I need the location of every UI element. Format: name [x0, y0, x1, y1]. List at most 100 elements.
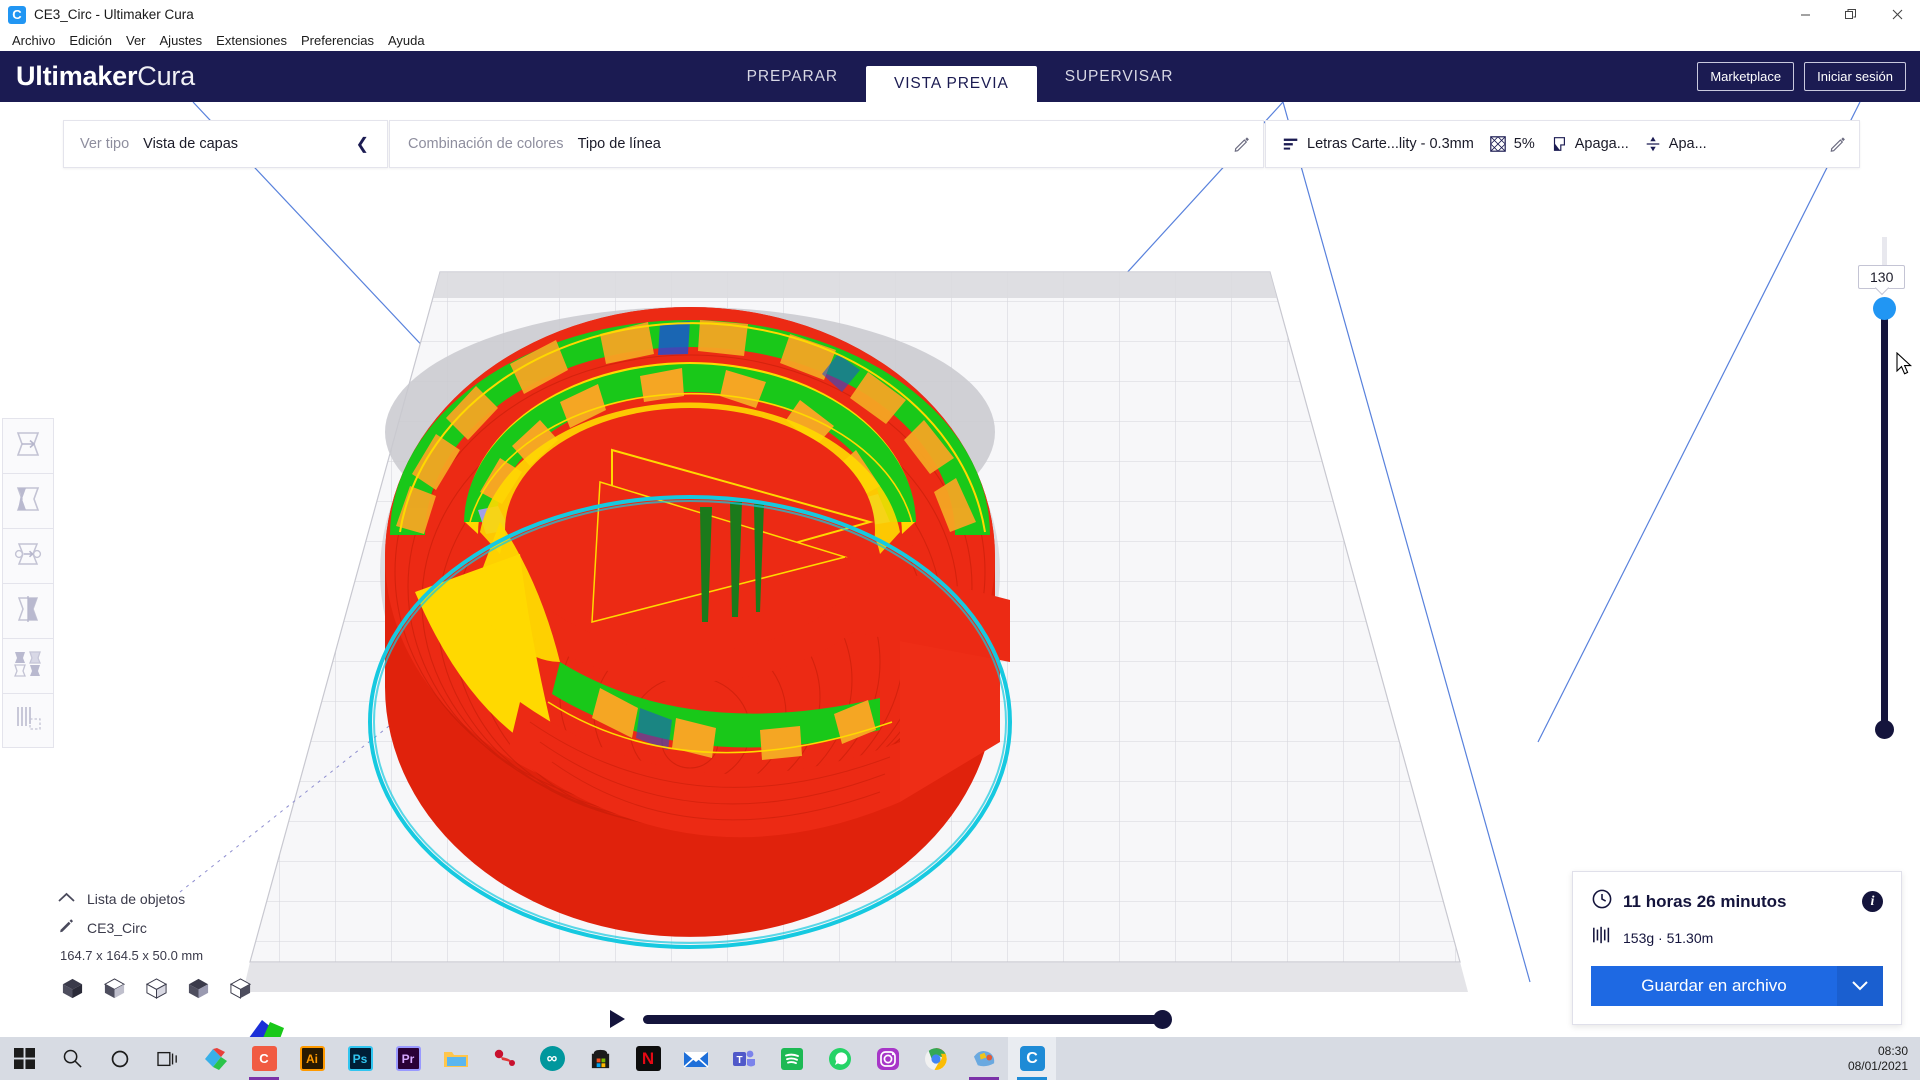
view-3d-icon[interactable]	[61, 977, 84, 1005]
per-model-icon	[12, 650, 44, 683]
object-name: CE3_Circ	[87, 920, 147, 936]
clock-time: 08:30	[1848, 1044, 1908, 1059]
print-settings-panel[interactable]: Letras Carte...lity - 0.3mm 5% Apaga... …	[1265, 120, 1860, 168]
object-dimensions: 164.7 x 164.5 x 50.0 mm	[60, 948, 252, 963]
view-buttons	[61, 977, 252, 1005]
edit-print-settings-icon[interactable]	[1829, 135, 1847, 153]
tab-supervisar[interactable]: SUPERVISAR	[1037, 51, 1202, 102]
move-tool[interactable]	[2, 418, 54, 473]
path-slider-track[interactable]	[643, 1015, 1170, 1024]
menu-ajustes[interactable]: Ajustes	[153, 31, 210, 50]
layer-slider-value: 130	[1858, 265, 1905, 289]
show-desktop-button[interactable]	[1912, 1037, 1920, 1080]
view-front-icon[interactable]	[103, 977, 126, 1005]
taskbar-access[interactable]	[480, 1037, 528, 1080]
object-list-item[interactable]: CE3_Circ	[58, 917, 252, 939]
layer-slider-lower-handle[interactable]	[1875, 720, 1894, 739]
simulation-playback-bar	[610, 1010, 1170, 1028]
close-icon[interactable]	[1874, 0, 1920, 29]
taskbar-microsoft-store[interactable]	[576, 1037, 624, 1080]
taskbar-cura-blue[interactable]: C	[1008, 1037, 1056, 1080]
taskbar-file-explorer[interactable]	[432, 1037, 480, 1080]
task-view-button[interactable]	[144, 1037, 192, 1080]
chevron-left-icon[interactable]: ❮	[350, 130, 375, 158]
info-icon[interactable]: i	[1862, 891, 1883, 912]
save-to-file-button[interactable]: Guardar en archivo	[1591, 966, 1837, 1006]
top-settings-bars: Ver tipo Vista de capas ❮ Combinación de…	[63, 120, 1920, 168]
scale-tool[interactable]	[2, 473, 54, 528]
sign-in-button[interactable]: Iniciar sesión	[1804, 62, 1906, 91]
menu-edicion[interactable]: Edición	[62, 31, 119, 50]
rotate-tool[interactable]	[2, 528, 54, 583]
view-type-panel[interactable]: Ver tipo Vista de capas ❮	[63, 120, 388, 168]
restore-icon[interactable]	[1828, 0, 1874, 29]
per-model-settings-tool[interactable]	[2, 638, 54, 693]
mirror-tool[interactable]	[2, 583, 54, 638]
color-scheme-panel[interactable]: Combinación de colores Tipo de línea	[389, 120, 1264, 168]
pencil-icon[interactable]	[58, 917, 75, 939]
window-title: CE3_Circ - Ultimaker Cura	[34, 7, 194, 22]
pencil-icon[interactable]	[1233, 135, 1251, 153]
taskbar-photoshop[interactable]: Ps	[336, 1037, 384, 1080]
minimize-icon[interactable]	[1782, 0, 1828, 29]
rotate-icon	[13, 540, 43, 573]
header-actions: Marketplace Iniciar sesión	[1697, 51, 1906, 102]
tab-vista-previa[interactable]: VISTA PREVIA	[866, 66, 1037, 102]
adhesion-segment[interactable]: Apa...	[1644, 135, 1707, 153]
view-top-icon[interactable]	[145, 977, 168, 1005]
menu-archivo[interactable]: Archivo	[5, 31, 62, 50]
support-blocker-tool[interactable]	[2, 693, 54, 748]
menu-preferencias[interactable]: Preferencias	[294, 31, 381, 50]
play-icon[interactable]	[610, 1010, 625, 1028]
taskbar-winrar[interactable]	[960, 1037, 1008, 1080]
menu-extensiones[interactable]: Extensiones	[209, 31, 294, 50]
chevron-up-icon[interactable]	[58, 890, 75, 908]
object-list-header[interactable]: Lista de objetos	[58, 890, 252, 908]
taskbar-chrome[interactable]	[912, 1037, 960, 1080]
infill-segment[interactable]: 5%	[1489, 135, 1535, 153]
taskbar-teams[interactable]: T	[720, 1037, 768, 1080]
marketplace-button[interactable]: Marketplace	[1697, 62, 1794, 91]
taskbar-arduino[interactable]: ∞	[528, 1037, 576, 1080]
profile-segment[interactable]: Letras Carte...lity - 0.3mm	[1282, 135, 1474, 153]
taskbar-whatsapp[interactable]	[816, 1037, 864, 1080]
path-slider-handle[interactable]	[1153, 1010, 1172, 1029]
taskbar-cura-orange[interactable]: C	[240, 1037, 288, 1080]
taskbar-paint3d[interactable]	[192, 1037, 240, 1080]
view-right-icon[interactable]	[229, 977, 252, 1005]
print-info-card: 11 horas 26 minutos i 153g · 51.30m Guar…	[1572, 871, 1902, 1025]
cortana-button[interactable]	[96, 1037, 144, 1080]
search-button[interactable]	[48, 1037, 96, 1080]
adhesion-value: Apa...	[1669, 136, 1707, 152]
material-value: 153g · 51.30m	[1623, 930, 1713, 946]
print-time-row: 11 horas 26 minutos i	[1591, 888, 1883, 915]
object-list-title: Lista de objetos	[87, 891, 185, 907]
taskbar-illustrator[interactable]: Ai	[288, 1037, 336, 1080]
taskbar-clock[interactable]: 08:30 08/01/2021	[1848, 1044, 1908, 1074]
taskbar-premiere[interactable]: Pr	[384, 1037, 432, 1080]
scale-icon	[13, 485, 43, 518]
start-button[interactable]	[0, 1037, 48, 1080]
view-left-icon[interactable]	[187, 977, 210, 1005]
support-icon	[1550, 135, 1568, 153]
support-segment[interactable]: Apaga...	[1550, 135, 1629, 153]
sliced-model	[380, 307, 1010, 937]
taskbar-mail[interactable]	[672, 1037, 720, 1080]
view-type-value: Vista de capas	[143, 136, 238, 152]
material-row: 153g · 51.30m	[1591, 925, 1883, 950]
menu-ver[interactable]: Ver	[119, 31, 153, 50]
chevron-down-icon[interactable]	[1837, 966, 1883, 1006]
layer-slider-upper-handle[interactable]	[1873, 297, 1896, 320]
layer-slider-track[interactable]	[1881, 307, 1888, 737]
windows-taskbar: C Ai Ps Pr ∞ N T	[0, 1037, 1920, 1080]
menu-ayuda[interactable]: Ayuda	[381, 31, 432, 50]
taskbar-spotify[interactable]	[768, 1037, 816, 1080]
taskbar-instagram[interactable]	[864, 1037, 912, 1080]
color-scheme-value: Tipo de línea	[578, 136, 661, 152]
taskbar-netflix[interactable]: N	[624, 1037, 672, 1080]
layer-slider[interactable]: 130	[1866, 265, 1902, 780]
tab-preparar[interactable]: PREPARAR	[719, 51, 866, 102]
filament-icon	[1591, 925, 1613, 950]
infill-value: 5%	[1514, 136, 1535, 152]
profile-value: Letras Carte...lity - 0.3mm	[1307, 136, 1474, 152]
